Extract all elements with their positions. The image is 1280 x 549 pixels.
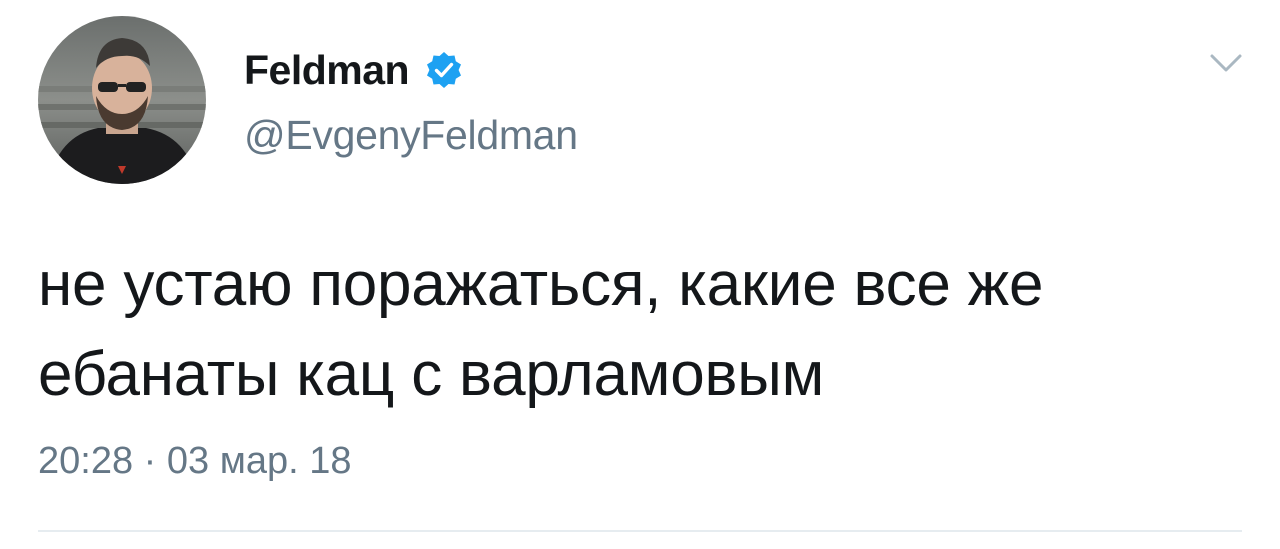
tweet-timestamp[interactable]: 20:28 · 03 мар. 18 [38,440,351,483]
tweet-text: не устаю поражаться, какие все же ебанат… [38,240,1248,420]
divider [38,530,1242,532]
avatar[interactable] [38,16,206,184]
author-display-name[interactable]: Feldman [244,47,410,94]
verified-badge-icon [425,51,463,89]
tweet-text-line-2: ебанаты кац с варламовым [38,340,825,409]
author-handle[interactable]: @EvgenyFeldman [244,112,578,159]
tweet-text-line-1: не устаю поражаться, какие все же [38,250,1044,319]
avatar-image [38,16,206,184]
tweet-card: Feldman @EvgenyFeldman не устаю поражать… [0,0,1280,549]
author-name-row: Feldman [244,44,463,96]
chevron-down-icon[interactable] [1206,48,1246,78]
